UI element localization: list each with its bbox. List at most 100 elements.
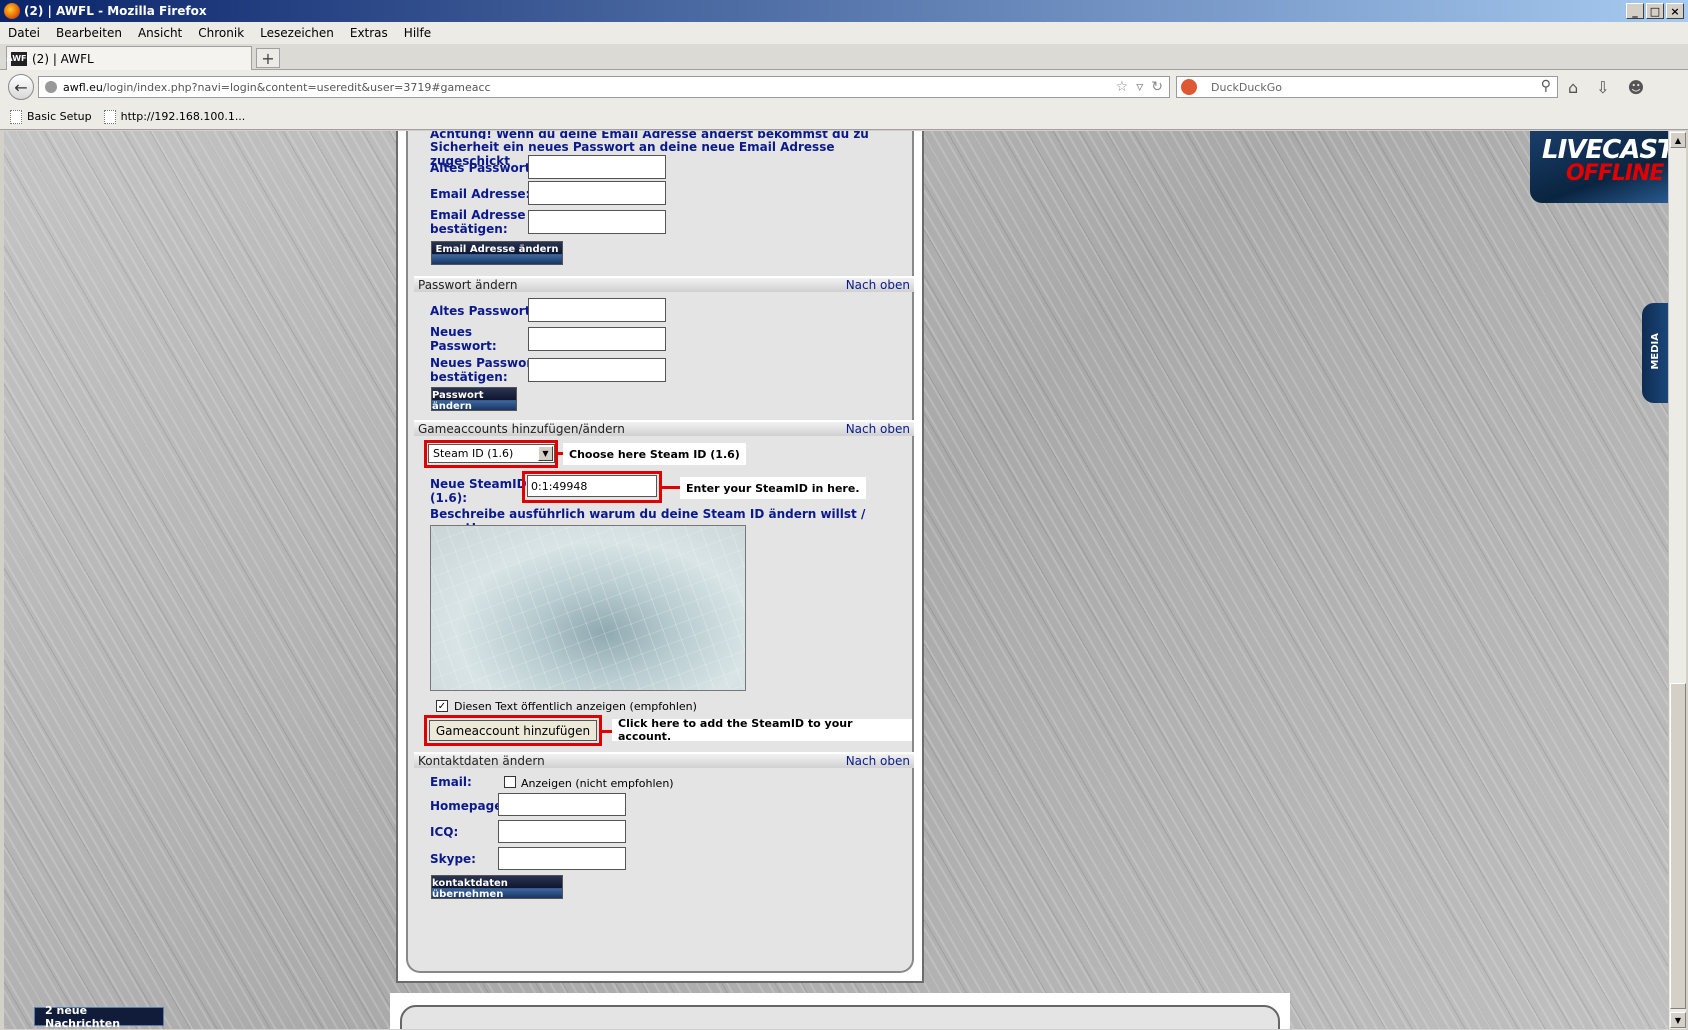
livecast-widget[interactable]: LIVECAST OFFLINE xyxy=(1530,131,1668,203)
email-confirm-label-1: Email Adresse xyxy=(430,208,526,222)
search-bar[interactable]: DuckDuckGo ⚲ xyxy=(1176,76,1558,98)
reload-icon[interactable]: ↻ xyxy=(1151,79,1163,95)
steamid-input[interactable]: 0:1:49948 xyxy=(527,475,657,497)
old-password-label: Altes Passwort: xyxy=(430,161,536,175)
game-select[interactable]: Steam ID (1.6) ▼ xyxy=(428,444,555,463)
reason-textarea[interactable] xyxy=(430,525,746,691)
footer-panel xyxy=(390,993,1290,1029)
dropdown-icon[interactable]: ▿ xyxy=(1136,79,1143,95)
window-title: (2) | AWFL - Mozilla Firefox xyxy=(24,4,207,18)
menu-datei[interactable]: Datei xyxy=(8,26,40,40)
panel-inner: Achtung! Wenn du deine Email Adresse änd… xyxy=(406,131,914,973)
password-new-label-1: Neues xyxy=(430,325,473,339)
firefox-icon xyxy=(4,3,20,19)
tab-awfl[interactable]: AWFL (2) | AWFL xyxy=(6,46,252,70)
icq-input[interactable] xyxy=(498,820,626,843)
homepage-input[interactable] xyxy=(498,793,626,816)
scroll-down-icon[interactable]: ▼ xyxy=(1670,1012,1686,1028)
email-confirm-label: Email Adresse bestätigen: xyxy=(430,208,526,236)
menu-bearbeiten[interactable]: Bearbeiten xyxy=(56,26,122,40)
gameaccount-top-link[interactable]: Nach oben xyxy=(846,422,910,436)
contact-save-button[interactable]: kontaktdaten übernehmen xyxy=(431,875,563,900)
page-viewport: LIVECAST OFFLINE MEDIA Achtung! Wenn du … xyxy=(4,131,1668,1029)
contact-top-link[interactable]: Nach oben xyxy=(846,754,910,768)
skype-label: Skype: xyxy=(430,852,476,866)
page-icon xyxy=(10,109,22,124)
close-button[interactable]: × xyxy=(1666,3,1684,19)
game-select-value: Steam ID (1.6) xyxy=(433,447,514,460)
steamid-label-1: Neue SteamID xyxy=(430,477,527,491)
vertical-scrollbar[interactable]: ▲ ▼ xyxy=(1668,131,1686,1029)
menu-chronik[interactable]: Chronik xyxy=(198,26,244,40)
email-old-password-input[interactable] xyxy=(528,155,666,179)
steamid-hint-connector xyxy=(662,486,682,489)
contact-section-header: Kontaktdaten ändern Nach oben xyxy=(414,752,914,768)
password-new-input[interactable] xyxy=(528,327,666,351)
public-checkbox[interactable]: ✓ xyxy=(436,700,448,712)
add-gameaccount-button[interactable]: Gameaccount hinzufügen xyxy=(429,720,597,741)
minimize-button[interactable]: _ xyxy=(1626,3,1644,19)
change-password-button[interactable]: Passwort ändern xyxy=(431,387,517,412)
bookmark-label: Basic Setup xyxy=(27,110,92,123)
url-host: awfl.eu xyxy=(63,80,103,94)
password-new-label: Neues Passwort: xyxy=(430,325,497,353)
download-icon[interactable]: ⇩ xyxy=(1596,78,1609,97)
footer-inner xyxy=(400,1005,1280,1029)
icq-label: ICQ: xyxy=(430,825,459,839)
bookmark-basic-setup[interactable]: Basic Setup xyxy=(10,109,92,124)
chevron-down-icon[interactable]: ▼ xyxy=(538,446,553,461)
email-label: Email Adresse: xyxy=(430,187,531,201)
window-controls: _ □ × xyxy=(1626,3,1684,19)
tab-bar: AWFL (2) | AWFL + xyxy=(0,44,1688,70)
password-top-link[interactable]: Nach oben xyxy=(846,278,910,292)
tab-label: (2) | AWFL xyxy=(32,51,94,66)
page-icon xyxy=(103,109,116,124)
menu-bar: Datei Bearbeiten Ansicht Chronik Lesezei… xyxy=(0,22,1688,44)
select-hint-callout: Choose here Steam ID (1.6) xyxy=(563,443,746,465)
notification-badge[interactable]: 2 neue Nachrichten xyxy=(34,1004,164,1029)
duckduckgo-icon xyxy=(1181,79,1197,95)
bookmark-label: http://192.168.100.1... xyxy=(120,110,246,123)
password-confirm-label-2: bestätigen: xyxy=(430,370,508,384)
search-placeholder: DuckDuckGo xyxy=(1211,80,1282,94)
bookmarks-bar: Basic Setup http://192.168.100.1... xyxy=(0,104,1688,130)
maximize-button[interactable]: □ xyxy=(1646,3,1664,19)
bookmark-star-icon[interactable]: ☆ xyxy=(1116,79,1129,95)
home-icon[interactable]: ⌂ xyxy=(1568,78,1578,97)
button-hint-callout: Click here to add the SteamID to your ac… xyxy=(612,717,912,743)
menu-extras[interactable]: Extras xyxy=(350,26,388,40)
search-icon[interactable]: ⚲ xyxy=(1541,78,1551,94)
menu-hilfe[interactable]: Hilfe xyxy=(404,26,431,40)
media-tab[interactable]: MEDIA xyxy=(1642,303,1668,403)
steamid-label-2: (1.6): xyxy=(430,491,468,505)
menu-ansicht[interactable]: Ansicht xyxy=(138,26,182,40)
globe-icon xyxy=(45,81,57,93)
change-email-button[interactable]: Email Adresse ändern xyxy=(431,241,563,265)
media-label: MEDIA xyxy=(1650,333,1661,370)
skype-input[interactable] xyxy=(498,847,626,870)
gameaccount-section-title: Gameaccounts hinzufügen/ändern xyxy=(418,422,625,436)
email-confirm-input[interactable] xyxy=(528,210,666,234)
menu-lesezeichen[interactable]: Lesezeichen xyxy=(260,26,334,40)
password-section-header: Passwort ändern Nach oben xyxy=(414,276,914,292)
livecast-status: OFFLINE xyxy=(1566,161,1664,186)
password-section-title: Passwort ändern xyxy=(418,278,518,292)
contact-email-checkbox[interactable] xyxy=(504,776,516,788)
email-warning-line1: Achtung! Wenn du deine Email Adresse änd… xyxy=(430,131,869,139)
back-button[interactable]: ← xyxy=(8,74,34,100)
password-old-input[interactable] xyxy=(528,298,666,322)
password-confirm-label: Neues Passwort bestätigen: xyxy=(430,356,538,384)
bookmark-router[interactable]: http://192.168.100.1... xyxy=(103,109,246,124)
awfl-favicon-icon: AWFL xyxy=(6,51,32,66)
scroll-up-icon[interactable]: ▲ xyxy=(1670,132,1686,148)
scroll-thumb[interactable] xyxy=(1670,683,1686,1009)
url-bar[interactable]: awfl.eu/login/index.php?navi=login&conte… xyxy=(38,76,1170,98)
addon-icon[interactable]: ☻ xyxy=(1628,78,1645,97)
password-new-label-2: Passwort: xyxy=(430,339,497,353)
password-confirm-input[interactable] xyxy=(528,358,666,382)
new-tab-button[interactable]: + xyxy=(256,48,280,68)
steamid-label: Neue SteamID (1.6): xyxy=(430,477,527,505)
contact-section-title: Kontaktdaten ändern xyxy=(418,754,545,768)
email-input[interactable] xyxy=(528,181,666,205)
steamid-hint-callout: Enter your SteamID in here. xyxy=(680,477,866,499)
